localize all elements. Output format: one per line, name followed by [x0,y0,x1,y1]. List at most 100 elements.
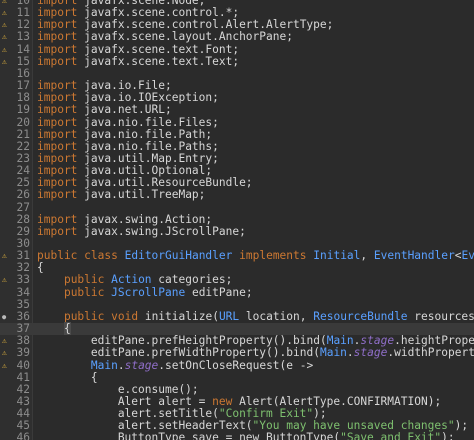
warning-icon[interactable] [2,349,10,357]
warning-icon[interactable] [2,46,10,54]
code-token: editPane [90,334,145,348]
line-number: 21 [16,127,30,141]
code-line[interactable]: 15import javafx.scene.text.Text; [0,54,474,68]
code-token: import [37,212,78,226]
line-number: 14 [16,42,30,56]
code-token: Action [111,273,152,287]
code-token: . [346,346,354,360]
code-token: javafx.scene.control.*; [77,6,240,20]
code-token: alert.setTitle( [37,407,219,421]
code-line[interactable]: 34 public JScrollPane editPane; [0,285,474,299]
line-number: 27 [16,200,30,214]
code-token: ); [454,419,469,433]
override-marker-icon[interactable] [2,313,10,321]
warning-icon[interactable] [2,33,10,41]
code-token: = [191,394,213,408]
warning-icon[interactable] [2,362,10,370]
code-token: stage [360,334,395,348]
code-token: , [360,249,374,263]
code-token: URL [218,309,240,323]
code-token: import [37,30,78,44]
code-text[interactable]: import javafx.scene.text.Text; [37,54,240,68]
code-token: "Confirm Exit" [218,407,314,421]
code-editor[interactable]: 10import javafx.scene.Node;11import java… [0,0,474,440]
code-token: e.consume(); [37,382,199,396]
line-number: 13 [16,30,30,44]
code-token: import [37,42,78,56]
code-token: bind [286,346,314,360]
code-token: java.util.Optional; [77,164,213,178]
code-token: -> [293,358,314,372]
code-token: ( [212,309,219,323]
code-token: heightProperty [400,334,474,348]
code-token: . [144,346,152,360]
code-token: (). [272,334,293,348]
code-line[interactable]: 36 public void initialize(URL location, … [0,309,474,323]
code-token: javax.swing.Action; [77,212,213,226]
code-line[interactable]: 46 ButtonType save = new ButtonType("Sav… [0,432,474,440]
code-token: "You may have unsaved changes" [252,419,455,433]
line-number: 39 [16,346,30,360]
code-token: ( [319,334,327,348]
code-token: stage [353,346,388,360]
code-token: Main [319,346,347,360]
code-token: location, [239,309,314,323]
code-token: java.nio.file.Path; [77,127,213,141]
code-text[interactable]: public void initialize(URL location, Res… [37,309,474,323]
line-number: 26 [16,188,30,202]
warning-icon[interactable] [2,9,10,17]
code-token: public [63,285,105,299]
code-token: import [37,115,78,129]
code-token: java.nio.file.Files; [77,115,219,129]
code-token: editPane [90,346,145,360]
code-line[interactable]: 26 import java.util.TreeMap; [0,189,474,201]
code-token: { [63,322,71,336]
code-text[interactable]: public JScrollPane editPane; [37,285,253,299]
code-text[interactable]: ButtonType save = new ButtonType("Save a… [37,432,455,440]
line-number: 34 [16,285,30,299]
warning-icon[interactable] [2,21,10,29]
code-text[interactable]: public class EditorGuiHandler implements… [37,250,474,262]
line-number: 46 [16,431,30,440]
code-token: Main [90,358,118,372]
code-text[interactable]: import javax.swing.JScrollPane; [37,225,246,238]
code-token: Alert [37,394,159,408]
code-token: editPane; [185,285,253,299]
code-token: import [37,151,78,165]
code-token: class [84,249,118,263]
code-token: javafx.scene.layout.AnchorPane; [77,30,293,44]
code-token: java.util.TreeMap; [77,188,206,202]
code-token: import [37,6,78,20]
code-token: { [37,370,98,384]
code-token: javafx.scene.text.Text; [77,54,240,68]
warning-icon[interactable] [2,58,10,66]
code-line[interactable]: 31public class EditorGuiHandler implemen… [0,249,474,262]
code-line[interactable]: 29 import javax.swing.JScrollPane; [0,225,474,238]
code-token: Event [461,249,474,263]
code-token: new [212,394,233,408]
code-token: import [37,18,78,32]
code-token: . [144,334,152,348]
code-token: EventHandler [373,249,455,263]
line-number: 19 [16,103,30,117]
code-token: javafx.scene.control.Alert.AlertType; [77,18,334,32]
warning-icon[interactable] [2,276,10,284]
code-token: initialize [144,309,213,323]
warning-icon[interactable] [2,0,10,5]
warning-icon[interactable] [2,337,10,345]
code-token: alert [158,394,192,408]
code-text[interactable]: import java.util.TreeMap; [37,189,205,201]
code-token: import [37,54,78,68]
code-token: . [117,358,125,372]
line-number: 33 [16,273,30,287]
line-number: 40 [16,358,30,372]
code-token: public [63,309,105,323]
code-token: import [37,103,78,117]
warning-icon[interactable] [2,252,10,260]
